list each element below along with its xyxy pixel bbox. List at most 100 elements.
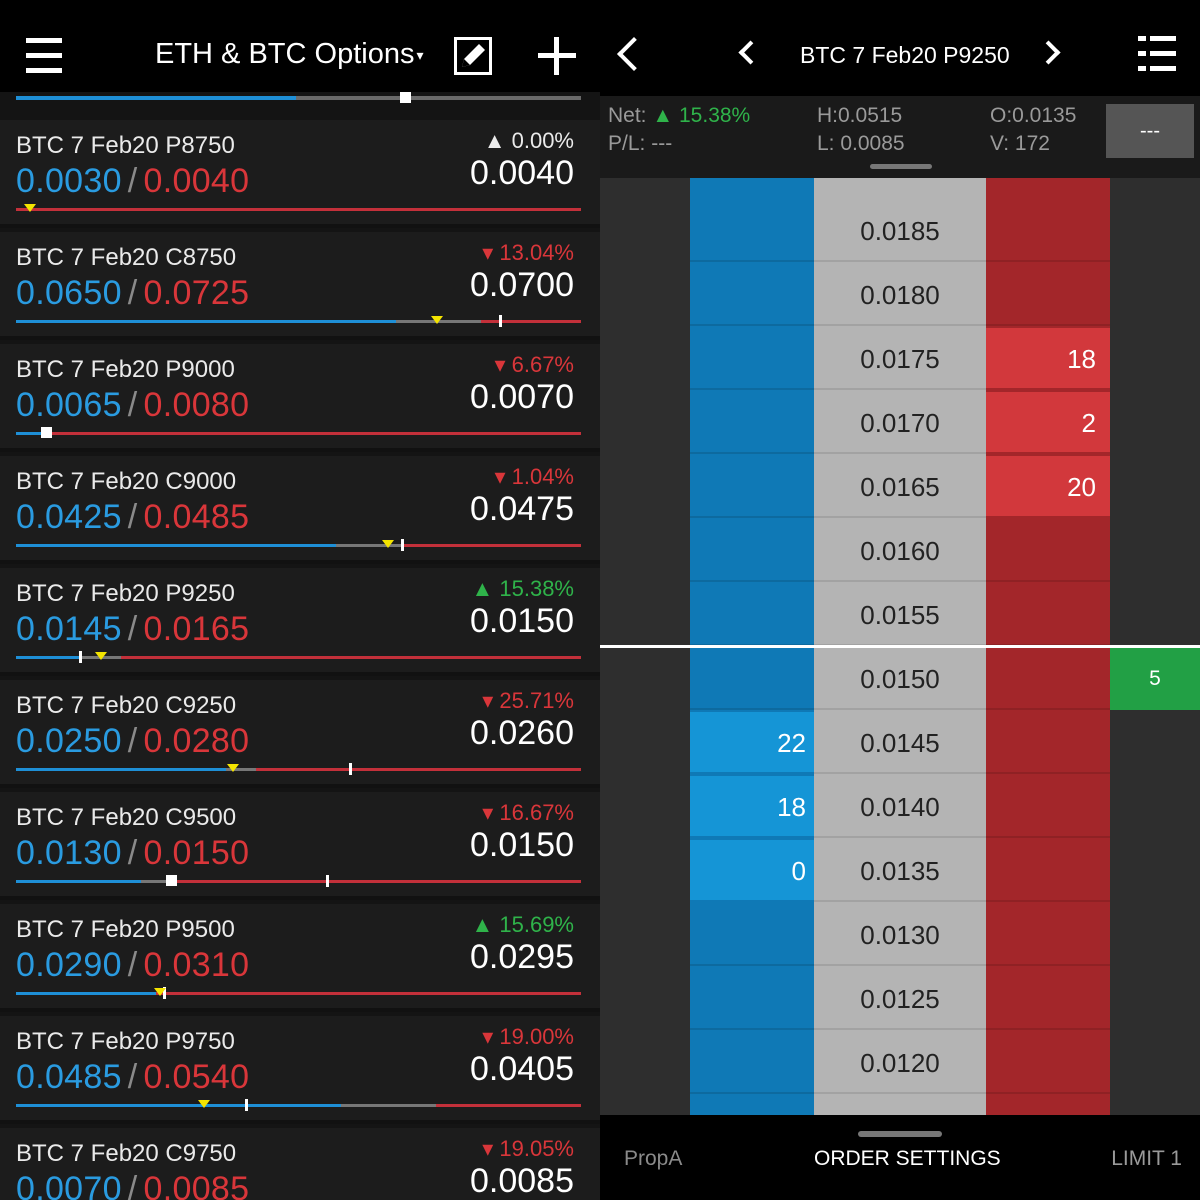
ask-price: 0.0540 xyxy=(143,1058,250,1096)
bid-quantity-cell[interactable]: 0 xyxy=(690,840,814,902)
ask-quantity-cell[interactable] xyxy=(986,968,1110,1030)
bid-quantity-cell[interactable] xyxy=(690,1032,814,1094)
last-price: 0.0260 xyxy=(470,714,574,752)
low-price: L: 0.0085 xyxy=(817,132,905,155)
price-cell: 0.0180 xyxy=(814,264,986,326)
bid-ask-prices: 0.0650/0.0725 xyxy=(16,274,249,313)
drag-handle[interactable] xyxy=(870,164,932,169)
ask-quantity-cell[interactable] xyxy=(986,1032,1110,1094)
drag-handle[interactable] xyxy=(858,1131,942,1137)
price-cell: 0.0185 xyxy=(814,200,986,262)
order-type-selector[interactable]: LIMIT 1 xyxy=(1111,1147,1182,1171)
price-separator: / xyxy=(127,162,138,200)
price-separator: / xyxy=(127,1170,138,1200)
bid-quantity-cell[interactable]: 22 xyxy=(690,712,814,774)
ask-quantity-cell[interactable] xyxy=(986,840,1110,902)
price-cell: 0.0175 xyxy=(814,328,986,390)
price-separator: / xyxy=(127,834,138,872)
percent-change: ▾ 16.67% xyxy=(482,800,574,825)
bid-quantity-cell[interactable] xyxy=(690,904,814,966)
open-price: O:0.0135 xyxy=(990,104,1077,127)
ask-quantity-cell[interactable] xyxy=(986,712,1110,774)
prev-chevron-icon[interactable] xyxy=(738,40,763,65)
last-price-marker xyxy=(41,427,52,438)
instrument-row[interactable]: BTC 7 Feb20 C9250 0.0250/0.0280 ▾ 25.71% 0.… xyxy=(0,680,600,788)
bid-ask-prices: 0.0030/0.0040 xyxy=(16,162,249,201)
chevron-down-icon: ▾ xyxy=(416,46,424,63)
watchlist-selector[interactable]: ETH & BTC Options ▾ xyxy=(155,38,424,71)
bid-quantity-cell[interactable] xyxy=(690,200,814,262)
ladder-row: 0.0130 xyxy=(600,904,1200,968)
instrument-name: BTC 7 Feb20 P9250 xyxy=(16,580,235,607)
instrument-row[interactable]: BTC 7 Feb20 P9250 0.0145/0.0165 ▲ 15.38% 0.… xyxy=(0,568,600,676)
instrument-row[interactable]: BTC 7 Feb20 C8750 0.0650/0.0725 ▾ 13.04% 0.… xyxy=(0,232,600,340)
ask-price: 0.0040 xyxy=(143,162,250,200)
instrument-row[interactable]: BTC 7 Feb20 C9750 0.0070/0.0085 ▾ 19.05% 0.… xyxy=(0,1128,600,1200)
ladder-row: 0.0170 2 xyxy=(600,392,1200,456)
percent-change: ▲ 15.38% xyxy=(471,576,574,601)
ask-quantity-cell[interactable]: 20 xyxy=(986,456,1110,518)
ask-quantity-cell[interactable] xyxy=(986,648,1110,710)
plus-icon[interactable] xyxy=(538,37,576,75)
price-cell: 0.0145 xyxy=(814,712,986,774)
ladder-row: 0.0120 xyxy=(600,1032,1200,1096)
open-price-marker xyxy=(401,539,404,551)
ask-quantity-cell[interactable] xyxy=(986,520,1110,582)
ask-price: 0.0485 xyxy=(143,498,250,536)
bid-quantity-cell[interactable] xyxy=(690,456,814,518)
bid-quantity-cell[interactable]: 18 xyxy=(690,776,814,838)
back-chevron-icon[interactable] xyxy=(617,37,651,71)
list-icon[interactable] xyxy=(1138,36,1176,74)
hamburger-menu-icon[interactable] xyxy=(26,38,62,74)
triangle-marker-icon xyxy=(198,1100,210,1108)
open-price-marker xyxy=(326,875,329,887)
instrument-row[interactable]: BTC 7 Feb20 C9000 0.0425/0.0485 ▾ 1.04% 0.0… xyxy=(0,456,600,564)
instrument-row[interactable]: BTC 7 Feb20 C9500 0.0130/0.0150 ▾ 16.67% 0.… xyxy=(0,792,600,900)
ask-quantity-cell[interactable] xyxy=(986,584,1110,646)
ask-quantity-cell[interactable]: 2 xyxy=(986,392,1110,454)
bid-quantity-cell[interactable] xyxy=(690,520,814,582)
open-price-marker xyxy=(79,651,82,663)
bid-quantity-cell[interactable] xyxy=(690,584,814,646)
bid-ask-prices: 0.0250/0.0280 xyxy=(16,722,249,761)
bid-quantity-cell[interactable] xyxy=(690,968,814,1030)
ladder-row: 18 0.0140 xyxy=(600,776,1200,840)
next-chevron-icon[interactable] xyxy=(1036,40,1061,65)
order-footer: PropA ORDER SETTINGS LIMIT 1 xyxy=(600,1115,1200,1200)
ladder-row: 0.0150 5 xyxy=(600,648,1200,712)
range-bar xyxy=(16,92,581,103)
price-range-bar xyxy=(16,651,581,663)
account-selector[interactable]: PropA xyxy=(624,1147,682,1171)
ask-quantity-cell[interactable] xyxy=(986,264,1110,326)
price-range-bar xyxy=(16,875,581,887)
ask-quantity-cell[interactable] xyxy=(986,904,1110,966)
ask-quantity-cell[interactable]: 18 xyxy=(986,328,1110,390)
instrument-row[interactable]: BTC 7 Feb20 P9500 0.0290/0.0310 ▲ 15.69% 0.… xyxy=(0,904,600,1012)
open-price-marker xyxy=(349,763,352,775)
percent-change: ▾ 13.04% xyxy=(482,240,574,265)
price-cell: 0.0170 xyxy=(814,392,986,454)
open-price-marker xyxy=(499,315,502,327)
ask-price: 0.0085 xyxy=(143,1170,250,1200)
price-cell: 0.0150 xyxy=(814,648,986,710)
edit-icon[interactable] xyxy=(454,37,492,75)
bid-quantity-cell[interactable] xyxy=(690,264,814,326)
instrument-row[interactable]: BTC 7 Feb20 P9000 0.0065/0.0080 ▾ 6.67% 0.0… xyxy=(0,344,600,452)
last-price: 0.0700 xyxy=(470,266,574,304)
price-cell: 0.0125 xyxy=(814,968,986,1030)
last-price: 0.0040 xyxy=(470,154,574,192)
bid-quantity-cell[interactable] xyxy=(690,328,814,390)
instrument-name: BTC 7 Feb20 C9250 xyxy=(16,692,237,719)
order-settings-button[interactable]: ORDER SETTINGS xyxy=(814,1147,1001,1171)
bid-quantity-cell[interactable] xyxy=(690,648,814,710)
instrument-row[interactable]: BTC 7 Feb20 P9750 0.0485/0.0540 ▾ 19.00% 0.… xyxy=(0,1016,600,1124)
last-price-marker xyxy=(166,875,177,886)
ask-quantity-cell[interactable] xyxy=(986,200,1110,262)
bid-price: 0.0250 xyxy=(16,722,122,760)
ladder-header: BTC 7 Feb20 P9250 xyxy=(600,0,1200,96)
instrument-row[interactable]: BTC 7 Feb20 P8750 0.0030/0.0040 ▲ 0.00% 0.0… xyxy=(0,120,600,228)
bid-ask-prices: 0.0290/0.0310 xyxy=(16,946,249,985)
position-button[interactable]: --- xyxy=(1106,104,1194,158)
ask-quantity-cell[interactable] xyxy=(986,776,1110,838)
bid-quantity-cell[interactable] xyxy=(690,392,814,454)
